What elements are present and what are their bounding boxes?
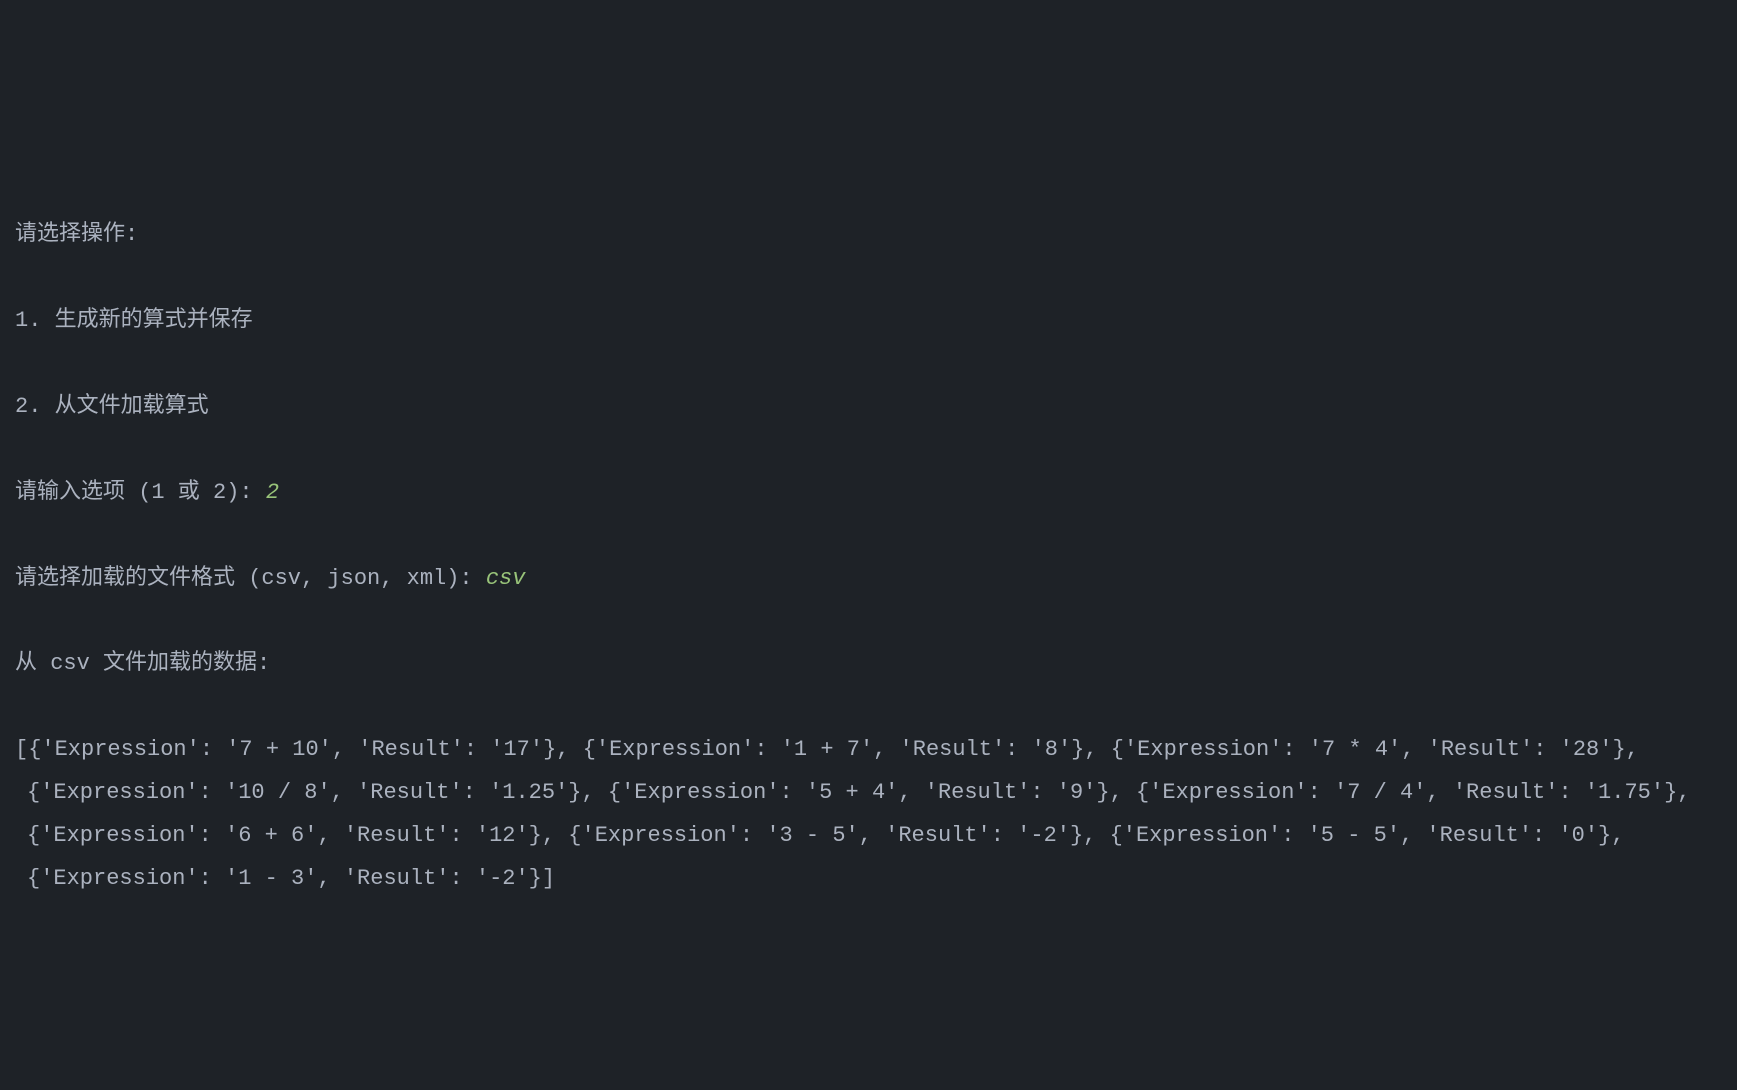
menu-option-1: 1. 生成新的算式并保存 — [15, 300, 1722, 343]
terminal-output: 请选择操作: 1. 生成新的算式并保存 2. 从文件加载算式 请输入选项 (1 … — [15, 172, 1722, 944]
input-prompt-line-2: 请选择加载的文件格式 (csv, json, xml): csv — [15, 558, 1722, 601]
loaded-data-output: [{'Expression': '7 + 10', 'Result': '17'… — [15, 729, 1722, 901]
prompt-text-1: 请输入选项 (1 或 2): — [15, 480, 266, 505]
menu-header: 请选择操作: — [15, 214, 1722, 257]
load-status: 从 csv 文件加载的数据: — [15, 643, 1722, 686]
menu-option-2: 2. 从文件加载算式 — [15, 386, 1722, 429]
user-input-2[interactable]: csv — [486, 566, 526, 591]
input-prompt-line-1: 请输入选项 (1 或 2): 2 — [15, 472, 1722, 515]
user-input-1[interactable]: 2 — [266, 480, 279, 505]
prompt-text-2: 请选择加载的文件格式 (csv, json, xml): — [15, 566, 486, 591]
